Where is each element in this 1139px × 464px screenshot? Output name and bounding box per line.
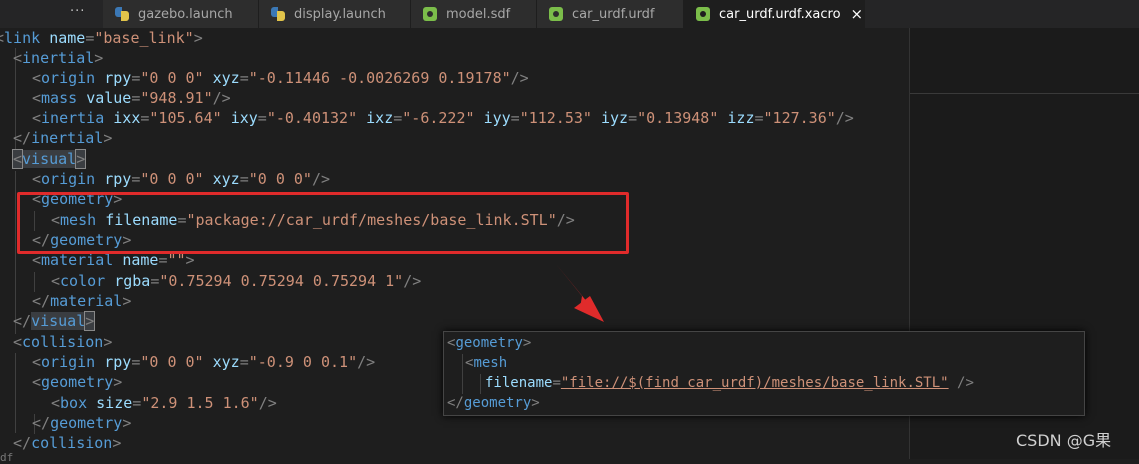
indent-guide bbox=[480, 374, 481, 394]
indent-guide bbox=[462, 354, 463, 394]
arrow-head bbox=[574, 296, 604, 322]
code-line: filename="file://$(find car_urdf)/meshes… bbox=[485, 375, 974, 391]
code-line: <mesh bbox=[465, 355, 508, 371]
watermark: CSDN @G果 bbox=[1016, 431, 1112, 450]
replacement-snippet: <geometry> <mesh filename="file://$(find… bbox=[443, 331, 1085, 416]
code-line: <geometry> bbox=[447, 335, 532, 351]
code-line: </geometry> bbox=[447, 395, 540, 411]
